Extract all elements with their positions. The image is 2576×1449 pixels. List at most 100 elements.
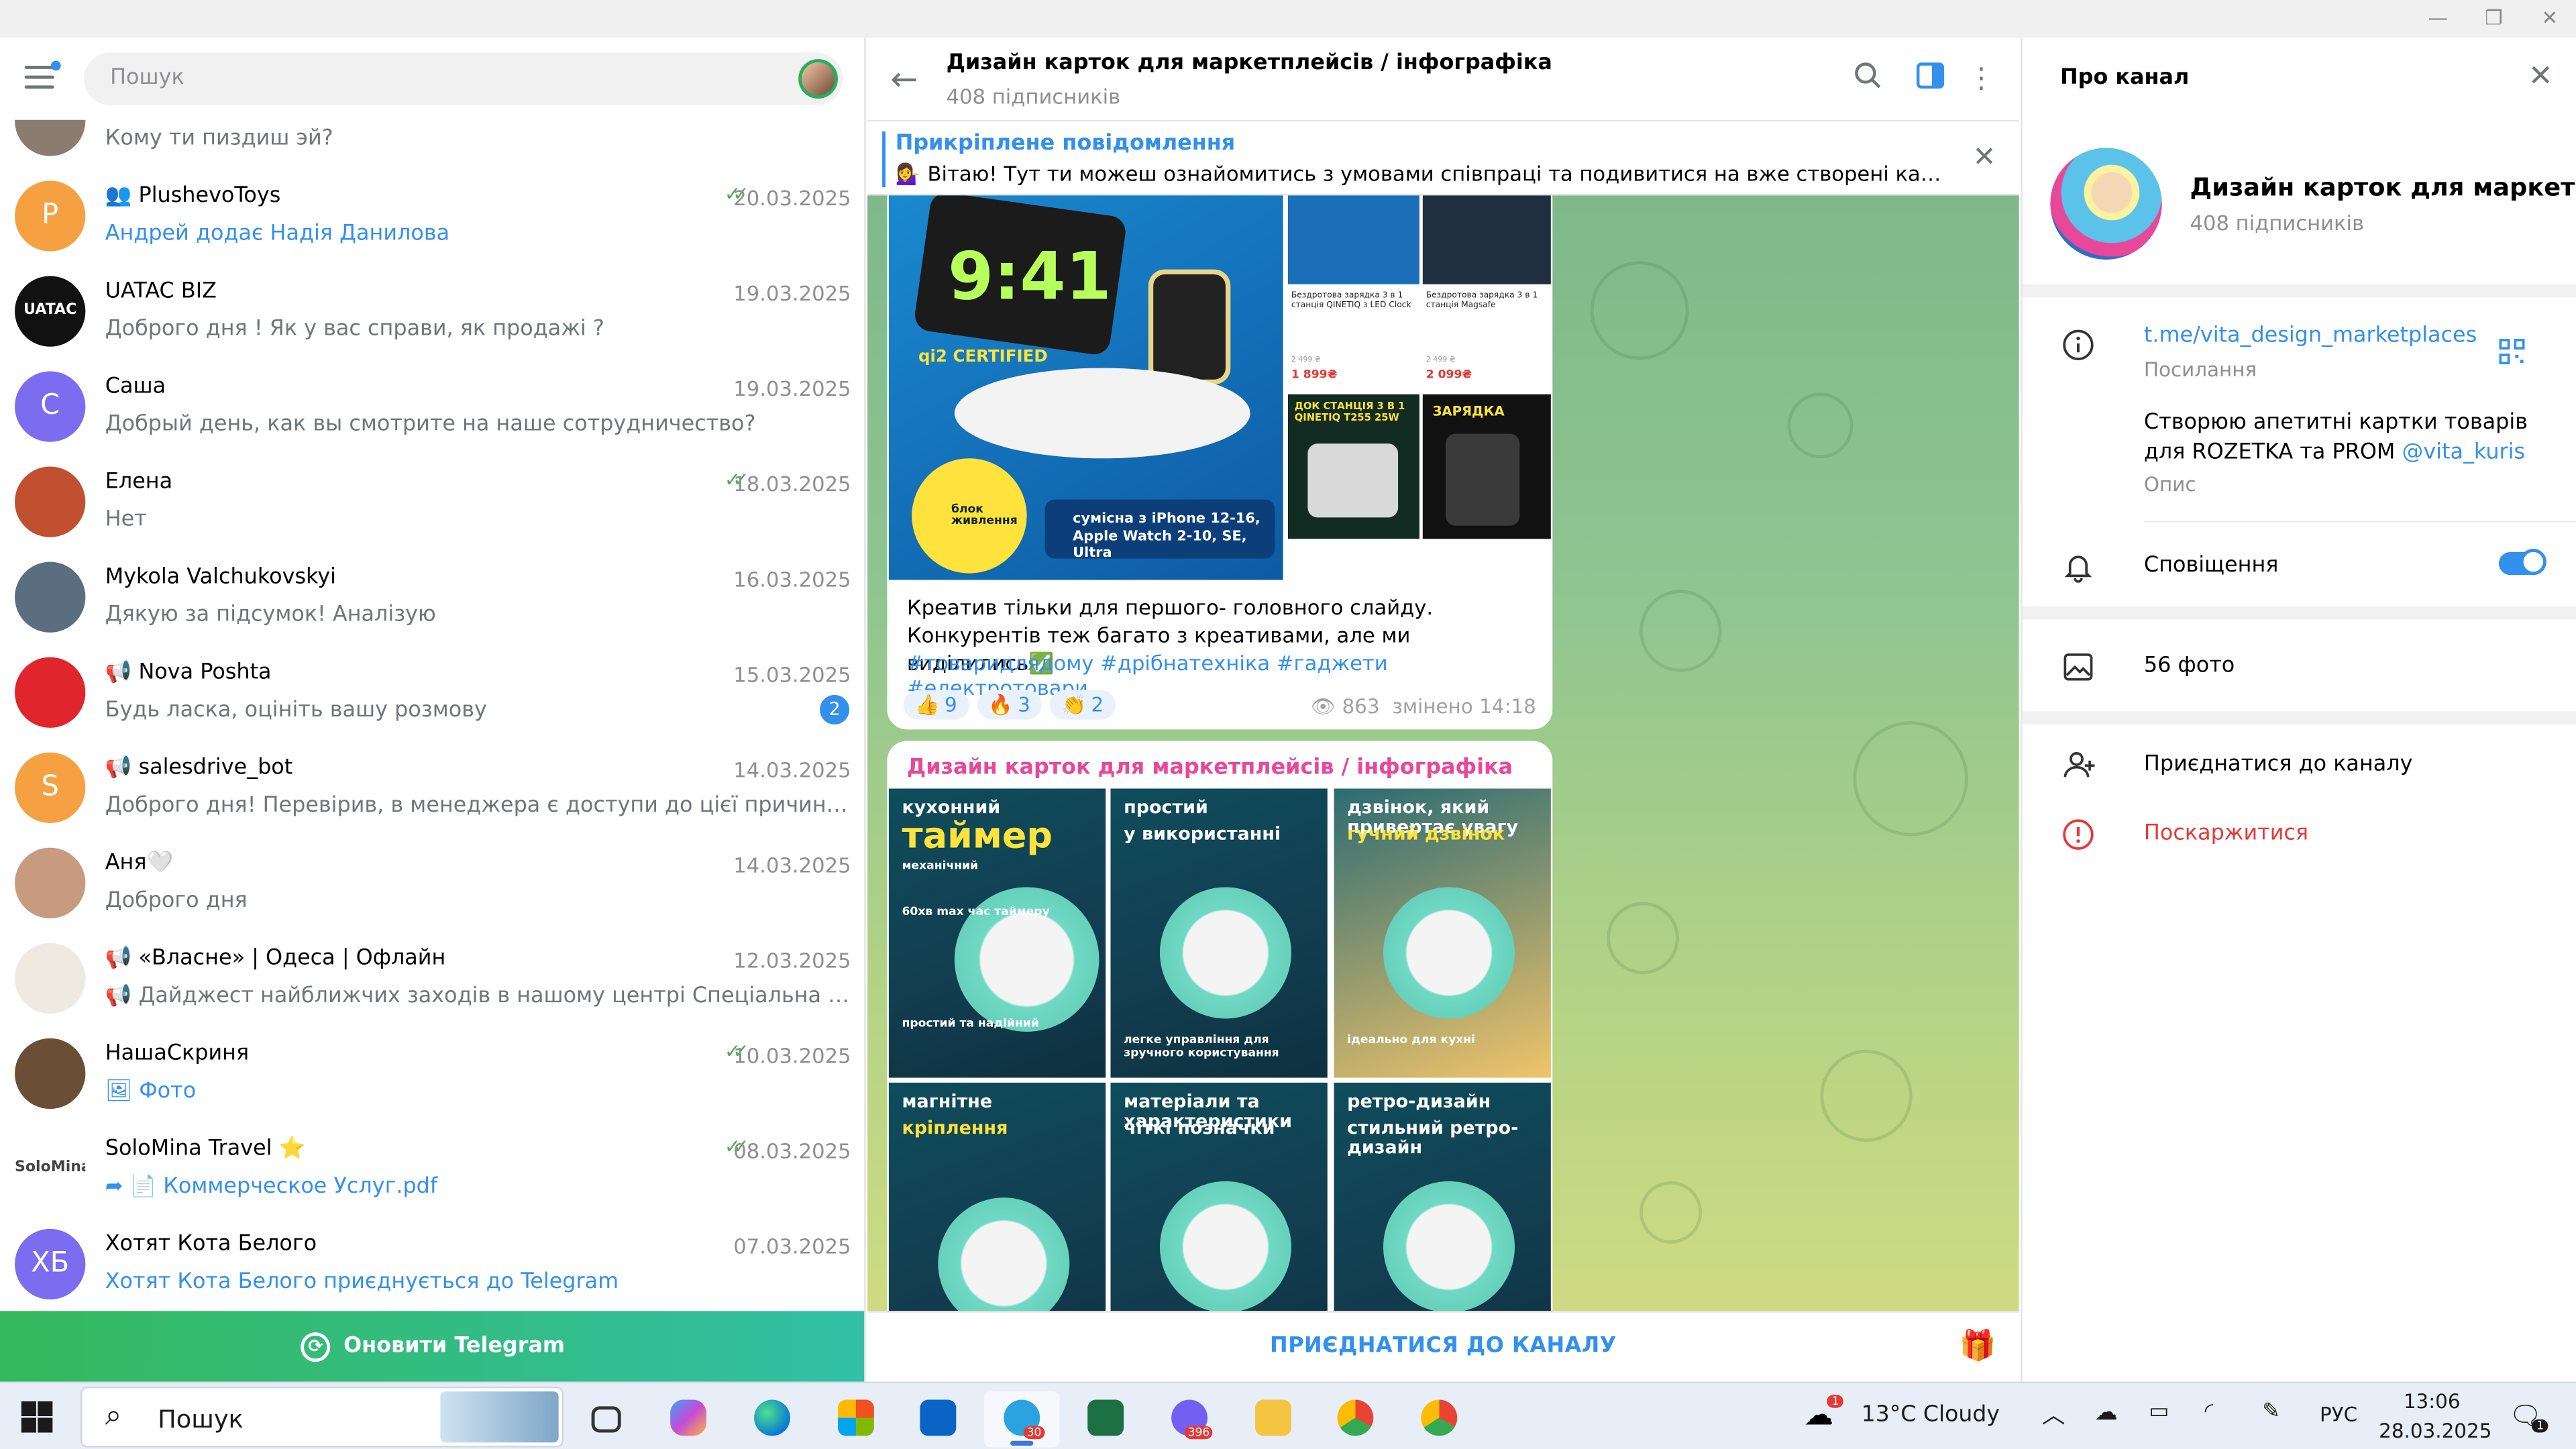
file-explorer-icon[interactable]: [1236, 1391, 1311, 1447]
product-thumb-3[interactable]: ДОК СТАНЦІЯ 3 В 1 QINETIQ T255 25W: [1288, 394, 1419, 539]
chat-list: Кому ти пиздиш эй? P 👥 PlushevoToys ✓✓ 20.0…: [0, 119, 864, 1344]
clock-time[interactable]: 13:06: [2404, 1390, 2461, 1413]
gift-icon[interactable]: 🎁: [1960, 1329, 1996, 1363]
chat-list-item[interactable]: UATAC UATAC BIZ 19.03.2025 Доброго дня ! Як…: [0, 271, 864, 366]
tile-caption: легке управління для зручного користуван…: [1124, 1033, 1279, 1059]
post-timer[interactable]: Дизайн карток для маркетплейсів / інфогр…: [887, 741, 1553, 1311]
window-titlebar: — ❐ ✕: [0, 0, 2576, 38]
timer-product-image[interactable]: простий у використанні легке управління дл…: [1110, 788, 1328, 1078]
store-icon[interactable]: [818, 1391, 894, 1447]
update-telegram-button[interactable]: ⟳ Оновити Telegram: [0, 1311, 865, 1382]
chat-date: 15.03.2025: [733, 661, 851, 687]
outlook-icon[interactable]: [900, 1391, 976, 1447]
copilot-icon[interactable]: [651, 1391, 727, 1447]
product-thumb-1[interactable]: [1288, 195, 1419, 284]
chat-list-item[interactable]: НашаСкриня ✓✓ 10.03.2025 🖼 Фото: [0, 1033, 864, 1128]
chat-list-item[interactable]: ХБ Хотят Кота Белого 07.03.2025 Хотят Кота …: [0, 1224, 864, 1319]
minimize-button[interactable]: —: [2410, 0, 2466, 38]
timer-product-image[interactable]: магнітнекріпленнясильний магніт: [888, 1082, 1106, 1311]
chat-list-item[interactable]: Mykola Valchukovskyi 16.03.2025 Дякую за п…: [0, 557, 864, 652]
chat-name: 👥 PlushevoToys: [105, 184, 281, 209]
excel-icon[interactable]: [1068, 1391, 1144, 1447]
taskbar-search[interactable]: ⌕ Пошук: [80, 1386, 564, 1448]
wifi-icon[interactable]: ◜: [2205, 1400, 2213, 1425]
channel-avatar[interactable]: [2050, 148, 2162, 260]
reaction-pill[interactable]: 🔥 3: [977, 690, 1042, 720]
timer-product-image[interactable]: матеріали та характеристики чіткі позначк…: [1110, 1082, 1328, 1311]
windows-start-icon[interactable]: [21, 1401, 53, 1433]
chat-list-item[interactable]: SoloMina SoloMina Travel ⭐ ✓✓ 08.03.2025 ➦ 📄…: [0, 1128, 864, 1224]
post-author[interactable]: Дизайн карток для маркетплейсів / інфогр…: [907, 756, 1513, 781]
onedrive-icon[interactable]: ☁: [2094, 1400, 2117, 1426]
chat-last-message: Доброго дня ! Як у вас справи, як продаж…: [105, 317, 604, 342]
chat-date: 20.03.2025: [733, 185, 851, 211]
search-icon[interactable]: [1850, 61, 1886, 97]
tile-caption: стильний ретро-дизайн: [1347, 1117, 1519, 1159]
sidebar-toggle-icon[interactable]: [1913, 61, 1949, 97]
close-pinned-icon[interactable]: ✕: [1973, 142, 1996, 174]
report-link[interactable]: Поскаржитися: [2144, 821, 2308, 846]
chrome-icon[interactable]: [1318, 1391, 1393, 1447]
chat-date: 07.03.2025: [733, 1234, 851, 1258]
close-info-icon[interactable]: ✕: [2528, 59, 2553, 93]
timer-product-image[interactable]: дзвінок, який привертає увагу гучний дзві…: [1334, 788, 1551, 1078]
notifications-toggle[interactable]: [2498, 548, 2546, 576]
chat-date: 18.03.2025: [733, 471, 851, 496]
menu-icon[interactable]: [24, 60, 61, 89]
post-charger[interactable]: 9:41 qi2 CERTIFIED блок живлення сумісна…: [887, 195, 1553, 730]
channel-pane: ← Дизайн карток для маркетплейсів / інфо…: [867, 38, 2019, 1382]
reaction-pill[interactable]: 👏 2: [1050, 690, 1116, 720]
chat-list-item[interactable]: S 📢 salesdrive_bot 14.03.2025 Доброго дня! …: [0, 747, 864, 843]
telegram-icon[interactable]: 30: [983, 1391, 1060, 1448]
channel-title[interactable]: Дизайн карток для маркетплейсів / інфогр…: [947, 51, 1552, 76]
pen-icon[interactable]: ✎: [2262, 1400, 2280, 1425]
search-input[interactable]: Пошук: [83, 52, 843, 105]
product-card-2[interactable]: Бездротова зарядка 3 в 1 станція Magsafe…: [1422, 287, 1551, 390]
chat-last-message: Будь ласка, оцініть вашу розмову: [105, 698, 487, 723]
task-view-icon[interactable]: [568, 1391, 644, 1447]
timer-product-image[interactable]: ретро-дизайнстильний ретро-дизайнкомпакт…: [1334, 1082, 1551, 1311]
clock-date[interactable]: 28.03.2025: [2379, 1419, 2491, 1442]
chat-name: UATAC BIZ: [105, 279, 217, 305]
chat-list-item[interactable]: P 👥 PlushevoToys ✓✓ 20.03.2025 Андрей додає …: [0, 176, 864, 271]
tile-caption: простий та надійний: [902, 1016, 1039, 1030]
product-card-1[interactable]: Бездротова зарядка 3 в 1 станція QINETIQ…: [1288, 287, 1419, 390]
viber-icon[interactable]: 396: [1152, 1391, 1228, 1447]
join-channel-button[interactable]: ПРИЄДНАТИСЯ ДО КАНАЛУ: [867, 1334, 2019, 1359]
tile-caption: ідеально для кухні: [1347, 1033, 1476, 1047]
mention-link[interactable]: @vita_kuris: [2402, 440, 2525, 465]
language-indicator[interactable]: РУС: [2320, 1403, 2357, 1426]
chat-last-message: ➦ 📄 Коммерческое Услуг.pdf: [105, 1175, 438, 1199]
story-avatar[interactable]: [798, 59, 838, 99]
timer-product-image[interactable]: кухонний таймер механічний 60хв max час тай…: [888, 788, 1106, 1078]
chevron-up-icon[interactable]: ︿: [2042, 1398, 2065, 1431]
channel-header: ← Дизайн карток для маркетплейсів / інфо…: [867, 38, 2019, 122]
qr-code-icon[interactable]: [2499, 338, 2525, 365]
chat-list-item[interactable]: Аня🤍 14.03.2025 Доброго дня: [0, 843, 864, 938]
join-channel-link[interactable]: Приєднатися до каналу: [2144, 753, 2413, 777]
chrome-profile-icon[interactable]: [1401, 1391, 1477, 1447]
chat-partial[interactable]: Кому ти пиздиш эй?: [0, 119, 864, 176]
reaction-pill[interactable]: 👍 9: [903, 690, 969, 720]
more-options-icon[interactable]: ⋮: [1964, 61, 2000, 97]
product-thumb-4[interactable]: ЗАРЯДКА: [1422, 394, 1551, 539]
close-window-button[interactable]: ✕: [2522, 0, 2576, 38]
chat-list-item[interactable]: С Саша 19.03.2025 Добрый день, как вы смотр…: [0, 366, 864, 462]
tile-caption: кріплення: [902, 1117, 1008, 1139]
photos-link[interactable]: 56 фото: [2144, 654, 2235, 679]
chat-list-item[interactable]: 📢 Nova Poshta 15.03.2025 Будь ласка, оціні…: [0, 652, 864, 747]
charger-main-image[interactable]: 9:41 qi2 CERTIFIED блок живлення сумісна…: [888, 195, 1283, 580]
chat-list-item[interactable]: 📢 «Власне» | Одеса | Офлайн 12.03.2025 📢 Д…: [0, 938, 864, 1033]
edge-icon[interactable]: [735, 1391, 810, 1447]
chat-date: 14.03.2025: [733, 853, 851, 877]
back-arrow-icon[interactable]: ←: [890, 59, 918, 99]
chat-date: 12.03.2025: [733, 948, 851, 973]
restore-button[interactable]: ❐: [2466, 0, 2522, 38]
pinned-message[interactable]: Прикріплене повідомлення 💁‍♀️ Вітаю! Тут…: [867, 121, 2019, 196]
weather-text[interactable]: 13°C Cloudy: [1862, 1401, 2000, 1428]
chat-date: 08.03.2025: [733, 1138, 851, 1163]
product-thumb-2[interactable]: [1422, 195, 1551, 284]
battery-icon[interactable]: ▭: [2149, 1400, 2169, 1425]
chat-list-item[interactable]: Елена ✓✓ 18.03.2025 Нет: [0, 462, 864, 557]
channel-link[interactable]: t.me/vita_design_marketplaces: [2144, 323, 2477, 348]
